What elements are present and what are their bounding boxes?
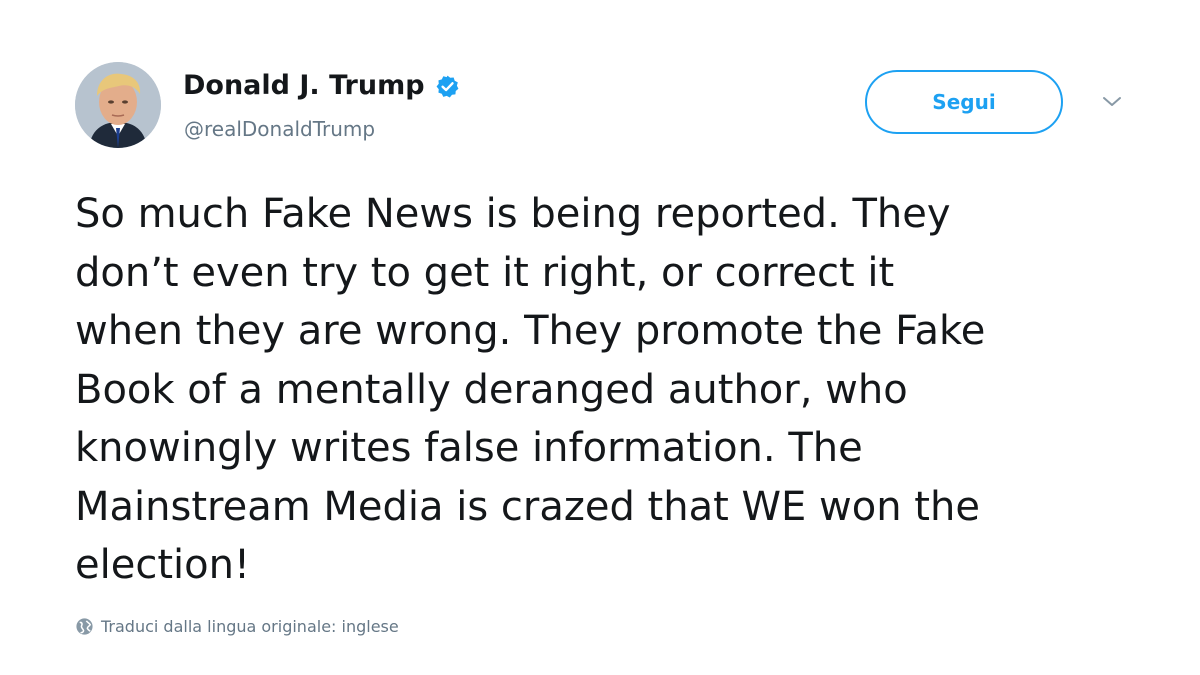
tweet-text-line: don’t even try to get it right, or corre… [75, 249, 895, 296]
translate-label: Traduci dalla lingua originale: inglese [101, 617, 399, 636]
chevron-down-icon[interactable] [1100, 94, 1124, 110]
translate-link[interactable]: Traduci dalla lingua originale: inglese [75, 617, 399, 636]
tweet-text-line: Book of a mentally deranged author, who [75, 366, 908, 413]
follow-button[interactable]: Segui [865, 70, 1063, 134]
tweet-text: So much Fake News is being reported. The… [75, 185, 1145, 595]
avatar[interactable] [75, 62, 161, 148]
display-name-text: Donald J. Trump [183, 70, 425, 101]
avatar-image [75, 62, 161, 148]
tweet-text-line: when they are wrong. They promote the Fa… [75, 308, 986, 354]
verified-badge-icon [435, 74, 460, 99]
tweet-text-line: election! [75, 542, 250, 588]
globe-icon [75, 617, 94, 636]
tweet-text-line: knowingly writes false information. The [75, 425, 863, 471]
tweet-text-line: Mainstream Media is crazed that WE won t… [75, 483, 980, 530]
user-handle[interactable]: @realDonaldTrump [184, 116, 375, 142]
tweet-card: Donald J. Trump @realDonaldTrump Segui S… [0, 0, 1200, 675]
display-name[interactable]: Donald J. Trump [183, 68, 460, 104]
tweet-text-line: So much Fake News is being reported. The… [75, 191, 951, 237]
